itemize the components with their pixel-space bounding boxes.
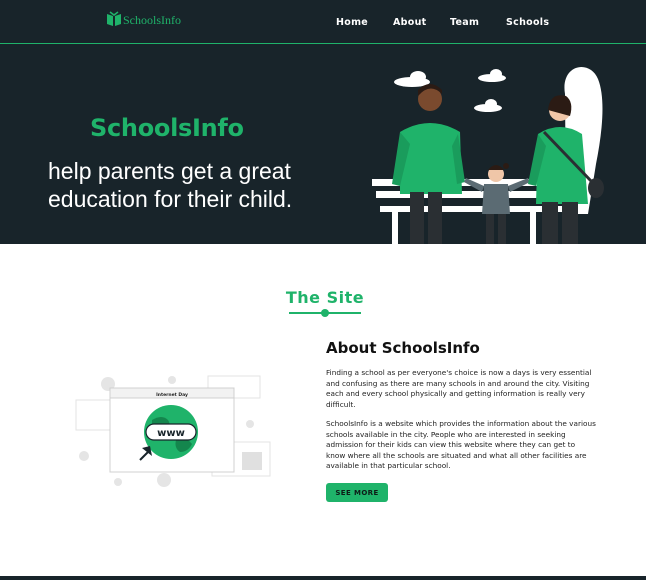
logo-text: SchoolsInfo: [123, 13, 181, 27]
globe-www-text: www: [157, 428, 185, 439]
hero-banner: SchoolsInfo help parents get a great edu…: [0, 44, 646, 244]
section-title: The Site: [285, 288, 365, 307]
internet-day-illustration: Internet Day www: [75, 375, 271, 487]
browser-title: Internet Day: [156, 392, 188, 398]
about-heading: About SchoolsInfo: [326, 339, 480, 357]
hero-tagline: help parents get a great education for t…: [48, 158, 293, 212]
nav-team-link[interactable]: Team: [450, 17, 479, 28]
logo[interactable]: SchoolsInfo: [106, 9, 181, 28]
book-logo-icon: [107, 10, 121, 26]
nav-home-link[interactable]: Home: [336, 17, 368, 28]
about-paragraph-2: SchoolsInfo is a website which provides …: [326, 419, 596, 470]
footer-divider: [0, 576, 646, 580]
section-title-dot: [321, 309, 329, 317]
see-more-button[interactable]: SEE MORE: [326, 483, 388, 502]
family-walking-illustration: [372, 67, 604, 244]
about-paragraph-1: Finding a school as per everyone's choic…: [326, 368, 592, 409]
nav-schools-link[interactable]: Schools: [506, 17, 549, 28]
nav-about-link[interactable]: About: [393, 17, 426, 28]
navbar: SchoolsInfo Home About Team Schools: [0, 0, 646, 44]
hero-title: SchoolsInfo: [90, 114, 244, 142]
